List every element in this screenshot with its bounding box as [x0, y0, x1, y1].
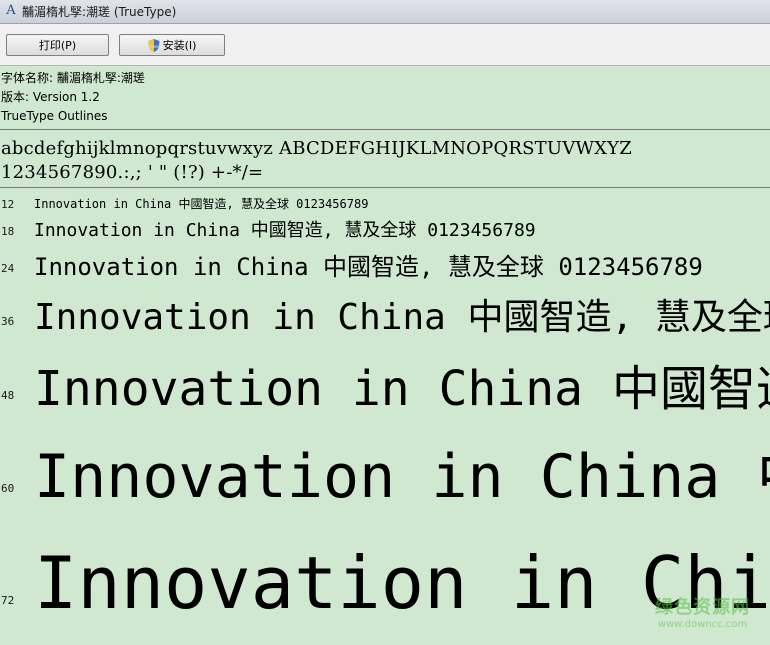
- font-a-icon: A: [6, 3, 16, 18]
- title-bar: A 黼湄楕札孯:潮瑳 (TrueType): [0, 0, 770, 24]
- install-button[interactable]: 安装(I): [119, 34, 225, 56]
- font-outline-type: TrueType Outlines: [1, 109, 108, 123]
- charset-letters: abcdefghijklmnopqrstuvwxyz ABCDEFGHIJKLM…: [1, 138, 632, 159]
- sample-row-36: 36 Innovation in China 中國智造, 慧及全球 012345…: [0, 286, 770, 342]
- sample-size-label: 12: [1, 198, 15, 211]
- print-button[interactable]: 打印(P): [6, 34, 109, 56]
- sample-text: Innovation in China 中國智造, 慧及全球 012345678…: [34, 297, 770, 338]
- font-version: 版本: Version 1.2: [1, 90, 100, 104]
- sample-row-24: 24 Innovation in China 中國智造, 慧及全球 012345…: [0, 245, 770, 285]
- window-title: 黼湄楕札孯:潮瑳 (TrueType): [22, 5, 177, 19]
- install-button-label: 安装(I): [162, 39, 197, 52]
- sample-row-18: 18 Innovation in China 中國智造, 慧及全球 012345…: [0, 214, 770, 244]
- font-info: 字体名称: 黼湄楕札孯:潮瑳 版本: Version 1.2 TrueType …: [0, 69, 770, 126]
- sample-size-label: 24: [1, 262, 15, 275]
- sample-size-label: 72: [1, 594, 15, 607]
- font-name: 字体名称: 黼湄楕札孯:潮瑳: [1, 71, 145, 85]
- sample-size-label: 18: [1, 225, 15, 238]
- sample-size-label: 36: [1, 315, 15, 328]
- sample-text: Innovation in China 中國智造, 慧及全球 012345678…: [34, 253, 703, 281]
- character-set-preview: abcdefghijklmnopqrstuvwxyz ABCDEFGHIJKLM…: [1, 137, 770, 185]
- toolbar: 打印(P) 安装(I): [0, 24, 770, 66]
- sample-row-60: 60 Innovation in China 中國智造, 慧及全球 012345…: [0, 425, 770, 512]
- size-samples: 12 Innovation in China 中國智造, 慧及全球 012345…: [0, 191, 770, 645]
- divider: [0, 187, 770, 188]
- divider: [0, 129, 770, 130]
- sample-text: Innovation in China 中國智造, 慧及全球 012345678…: [34, 220, 536, 241]
- sample-row-48: 48 Innovation in China 中國智造, 慧及全球 012345…: [0, 346, 770, 418]
- sample-text: Innovation in China 中國智造, 慧及全球 012345678…: [34, 197, 369, 211]
- watermark-url: www.downcc.com: [657, 619, 748, 630]
- sample-size-label: 48: [1, 389, 15, 402]
- sample-size-label: 60: [1, 482, 15, 495]
- print-button-label: 打印(P): [38, 39, 77, 52]
- sample-text: Innovation in China 中國智造, 慧及全球 012345678…: [34, 361, 770, 417]
- site-watermark: 绿色资源网 www.downcc.com: [655, 593, 750, 630]
- charset-digits-symbols: 1234567890.:,; ' " (!?) +-*/=: [1, 162, 264, 183]
- sample-text: Innovation in China 中國智造, 慧及全球 012345678…: [34, 442, 770, 512]
- uac-shield-icon: [148, 38, 160, 52]
- watermark-name: 绿色资源网: [655, 597, 750, 618]
